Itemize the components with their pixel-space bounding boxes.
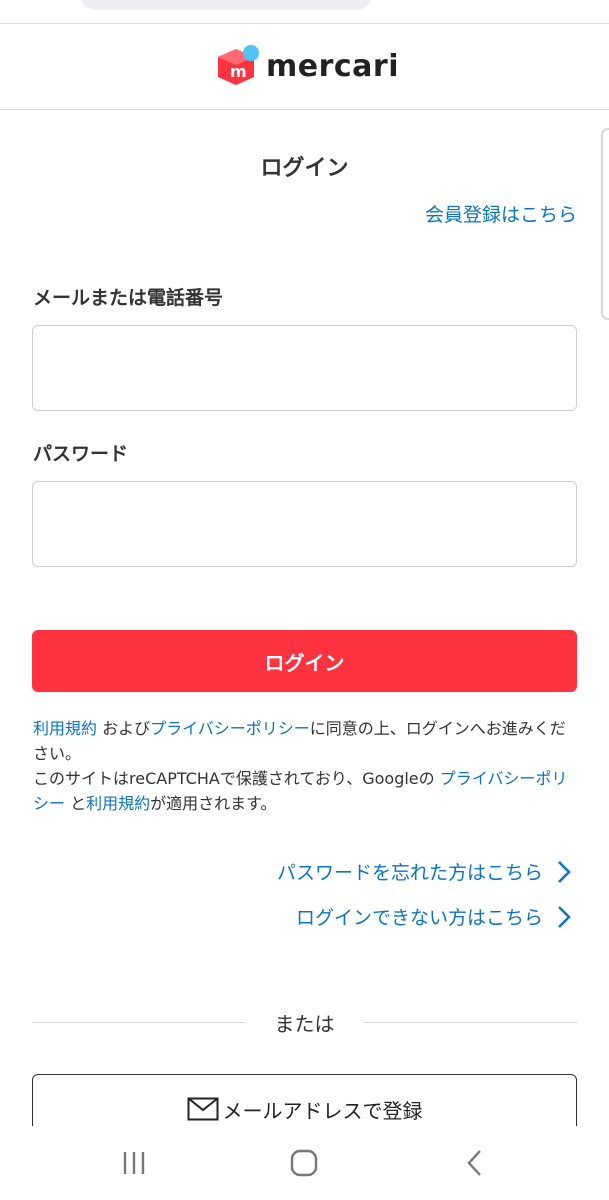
divider-right xyxy=(364,1022,577,1023)
google-terms-link[interactable]: 利用規約 xyxy=(86,794,150,813)
site-header: m mercari xyxy=(0,24,609,110)
system-navigation-bar xyxy=(0,1126,609,1200)
chevron-right-icon xyxy=(558,905,571,928)
mail-icon xyxy=(187,1097,218,1121)
back-icon[interactable] xyxy=(455,1146,495,1180)
password-label: パスワード xyxy=(33,443,129,465)
terms-notice: 利用規約 およびプライバシーポリシーに同意の上、ログインへお進みください。 このサ… xyxy=(33,716,581,816)
notice-and: および xyxy=(97,719,151,738)
forgot-password-label: パスワードを忘れた方はこちら xyxy=(276,862,543,884)
notice-applies: が適用されます。 xyxy=(150,794,277,813)
forgot-password-link[interactable]: パスワードを忘れた方はこちら xyxy=(277,858,573,885)
mercari-logo-icon: m xyxy=(218,45,259,85)
home-icon[interactable] xyxy=(284,1146,324,1180)
terms-link[interactable]: 利用規約 xyxy=(33,719,97,738)
recents-icon[interactable] xyxy=(114,1146,154,1180)
privacy-link[interactable]: プライバシーポリシー xyxy=(150,719,310,738)
password-field[interactable] xyxy=(32,481,577,567)
browser-top-bar xyxy=(0,0,609,24)
email-field[interactable] xyxy=(32,325,577,411)
page-title: ログイン xyxy=(260,156,349,181)
email-label: メールまたは電話番号 xyxy=(33,287,224,309)
login-button[interactable]: ログイン xyxy=(32,630,577,692)
recaptcha-text: このサイトはreCAPTCHAで保護されており、Googleの xyxy=(33,769,440,788)
email-register-label: メールアドレスで登録 xyxy=(222,1098,423,1123)
signup-link[interactable]: 会員登録はこちら xyxy=(425,200,577,227)
mercari-logo[interactable]: m mercari xyxy=(214,42,399,90)
cannot-login-link[interactable]: ログインできない方はこちら xyxy=(296,903,573,930)
cannot-login-label: ログインできない方はこちら xyxy=(295,907,543,929)
chevron-right-icon xyxy=(558,860,571,883)
logo-text: mercari xyxy=(266,48,400,84)
notice-and-2: と xyxy=(65,794,87,813)
logo-letter: m xyxy=(230,62,247,81)
address-bar[interactable] xyxy=(80,0,372,10)
